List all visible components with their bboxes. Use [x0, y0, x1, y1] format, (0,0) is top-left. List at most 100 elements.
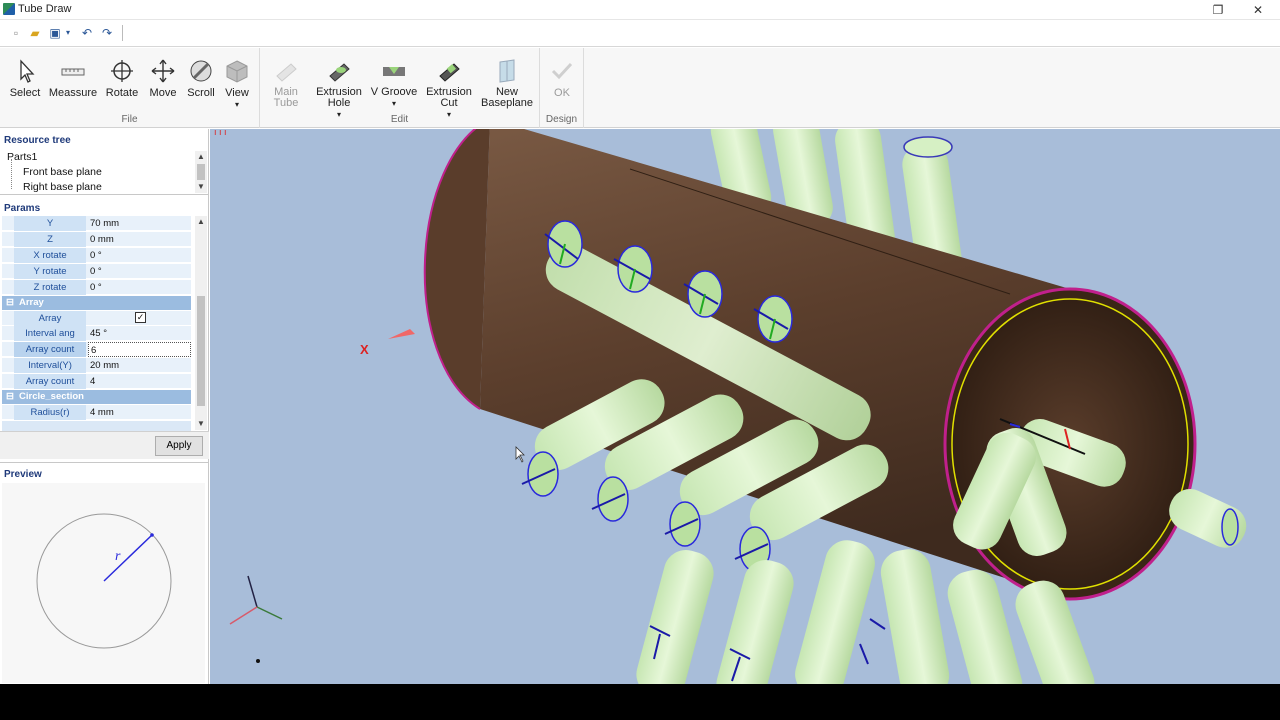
param-row-radius[interactable]: Radius(r) 4 mm: [2, 405, 191, 420]
main-tube-icon: [276, 63, 297, 82]
param-value[interactable]: 70 mm: [88, 216, 191, 231]
extrusion-cut-label-2: Cut: [440, 97, 458, 109]
param-row-array-count-angular[interactable]: Array count 6: [2, 342, 191, 357]
params-scroll-thumb[interactable]: [197, 296, 205, 406]
ribbon-group-label-edit: Edit: [390, 114, 409, 125]
collapse-icon[interactable]: ⊟: [6, 390, 14, 404]
param-row-y-rotate[interactable]: Y rotate 0 °: [2, 264, 191, 279]
param-row-array-count-y[interactable]: Array count 4: [2, 374, 191, 389]
collapse-icon[interactable]: ⊟: [6, 296, 14, 310]
param-group-array[interactable]: ⊟ Array: [2, 296, 191, 310]
main-tube-button[interactable]: Main Tube: [266, 54, 306, 114]
param-value[interactable]: ✓: [88, 311, 191, 326]
param-value[interactable]: 20 mm: [88, 358, 191, 373]
param-name: X rotate: [14, 248, 86, 263]
save-dropdown-icon[interactable]: ▾: [63, 25, 73, 41]
new-baseplane-button[interactable]: New Baseplane: [480, 54, 534, 114]
v-groove-button[interactable]: V Groove ▾: [370, 54, 418, 114]
param-name: Array count: [14, 374, 86, 389]
tree-item-right-base-plane[interactable]: Right base plane: [23, 181, 102, 192]
select-button[interactable]: Select: [6, 54, 44, 114]
param-value[interactable]: 0 mm: [88, 232, 191, 247]
param-value[interactable]: 4: [88, 374, 191, 389]
v-groove-icon: [383, 67, 405, 76]
resource-tree: Resource tree Parts1 Front base plane Ri…: [0, 129, 209, 195]
scroll-label: Scroll: [187, 87, 215, 99]
param-value[interactable]: 0 °: [88, 280, 191, 295]
param-row-array[interactable]: Array ✓: [2, 311, 191, 326]
param-name: Array: [14, 311, 86, 326]
param-name: Array count: [14, 342, 86, 357]
left-panel: Resource tree Parts1 Front base plane Ri…: [0, 129, 209, 684]
param-row-interval-angle[interactable]: Interval ang 45 °: [2, 326, 191, 341]
param-value[interactable]: 0 °: [88, 248, 191, 263]
circle-section-preview: r: [36, 513, 172, 649]
undo-icon[interactable]: ↶: [79, 25, 95, 41]
axis-x-label: X: [360, 342, 369, 357]
close-icon[interactable]: ✕: [1248, 1, 1268, 19]
apply-button[interactable]: Apply: [155, 436, 203, 456]
viewport-corner-mark: ı ı ı: [214, 129, 227, 137]
scroll-down-icon[interactable]: ▼: [195, 418, 207, 430]
extrusion-hole-label-2: Hole: [327, 97, 351, 109]
save-icon[interactable]: ▣: [47, 25, 63, 41]
baseplane-icon: [499, 59, 515, 83]
param-value[interactable]: 0 °: [88, 264, 191, 279]
move-label: Move: [149, 87, 177, 99]
param-row-z[interactable]: Z0 mm: [2, 232, 191, 247]
preview-panel: Preview r: [0, 462, 209, 684]
3d-scene[interactable]: X ı ı ı: [210, 129, 1280, 684]
scroll-down-icon[interactable]: ▼: [195, 181, 207, 193]
mouse-cursor-icon: [515, 446, 525, 463]
ribbon-group-edit: Main Tube Extrusion Hole ▾ V Groove ▾ Ex…: [260, 48, 540, 128]
restore-icon[interactable]: ❐: [1208, 1, 1228, 19]
scroll-button[interactable]: Scroll: [184, 54, 218, 114]
param-row-z-rotate[interactable]: Z rotate 0 °: [2, 280, 191, 295]
extrusion-hole-icon: [329, 63, 350, 82]
param-value-input[interactable]: 6: [88, 342, 191, 357]
param-row-y[interactable]: Y 70 mm: [2, 216, 191, 231]
param-row-interval-y[interactable]: Interval(Y) 20 mm: [2, 358, 191, 373]
open-folder-icon[interactable]: ▰: [27, 25, 43, 41]
param-value[interactable]: 45 °: [88, 326, 191, 341]
param-group-circle-section[interactable]: ⊟ Circle_section: [2, 390, 191, 404]
rotate-label: Rotate: [105, 87, 139, 99]
tree-scroll-thumb[interactable]: [197, 164, 205, 180]
param-row-x-rotate[interactable]: X rotate 0 °: [2, 248, 191, 263]
letterbox-bar: [0, 684, 1280, 720]
rotate-button[interactable]: Rotate: [102, 54, 142, 114]
3d-viewport[interactable]: X ı ı ı: [210, 129, 1280, 684]
scroll-up-icon[interactable]: ▲: [195, 216, 207, 228]
param-name: Y rotate: [14, 264, 86, 279]
ribbon-group-label-design: Design: [545, 114, 578, 125]
scroll-icon: [190, 60, 212, 82]
move-icon: [151, 59, 175, 83]
quick-access-toolbar: ▫ ▰ ▣ ▾ ↶ ↷: [0, 20, 1280, 47]
params-panel: Params Y 70 mm Z0 mm X rotate 0 ° Y rotate…: [0, 197, 209, 459]
extrusion-cut-button[interactable]: Extrusion Cut ▾: [424, 54, 474, 119]
params-scrollbar[interactable]: ▲ ▼: [195, 216, 207, 430]
redo-icon[interactable]: ↷: [99, 25, 115, 41]
param-value[interactable]: 4 mm: [88, 405, 191, 420]
extrusion-hole-button[interactable]: Extrusion Hole ▾: [314, 54, 364, 119]
app-window: Tube Draw ❐ ✕ ▫ ▰ ▣ ▾ ↶ ↷ Select Meassur…: [0, 0, 1280, 684]
param-name: Z: [14, 232, 86, 247]
toolbar-separator: [122, 25, 123, 41]
move-button[interactable]: Move: [144, 54, 182, 114]
view-button[interactable]: View ▾: [220, 54, 254, 114]
ribbon-group-design: OK Design: [540, 48, 584, 128]
radius-label: r: [115, 549, 121, 564]
app-logo-icon: [3, 3, 15, 15]
measure-button[interactable]: Meassure: [48, 54, 98, 114]
param-group-array-label: Array: [19, 297, 44, 308]
tree-item-front-base-plane[interactable]: Front base plane: [23, 166, 102, 178]
array-checkbox[interactable]: ✓: [135, 312, 146, 323]
main-tube-label-2: Tube: [273, 97, 299, 109]
new-file-icon[interactable]: ▫: [8, 25, 24, 41]
scroll-up-icon[interactable]: ▲: [195, 151, 207, 163]
tree-scrollbar[interactable]: ▲ ▼: [195, 151, 207, 193]
cursor-icon: [20, 59, 35, 83]
tree-connector: [11, 159, 21, 189]
resource-tree-title: Resource tree: [4, 135, 71, 146]
ok-button[interactable]: OK: [544, 54, 580, 114]
